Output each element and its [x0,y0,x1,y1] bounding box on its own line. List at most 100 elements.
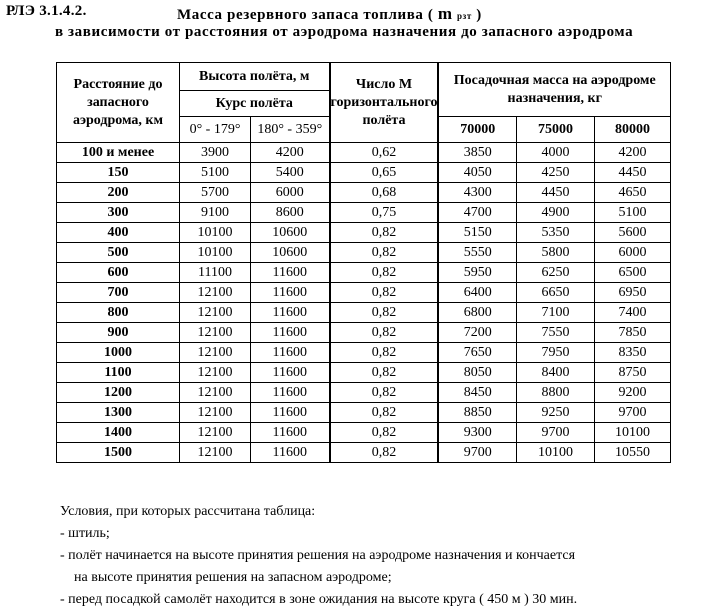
header-mass-70000: 70000 [437,116,517,143]
mass-80000-cell: 10550 [593,442,671,463]
dist-cell: 1000 [56,342,180,363]
table-row: 800 12100 11600 0,82 6800 7100 7400 [56,302,671,323]
altitude-b-cell: 11600 [250,302,330,323]
note-item: - перед посадкой самолёт находится в зон… [60,592,578,607]
mass-80000-cell: 8350 [593,342,671,363]
mach-cell: 0,82 [328,262,439,283]
mass-75000-cell: 8800 [515,382,595,403]
mass-70000-cell: 5950 [437,262,517,283]
title-subscript: рзт [456,11,472,21]
mass-80000-cell: 10100 [593,422,671,443]
mach-cell: 0,62 [328,142,439,163]
mach-cell: 0,75 [328,202,439,223]
altitude-b-cell: 11600 [250,282,330,303]
dist-cell: 1400 [56,422,180,443]
mass-70000-cell: 4700 [437,202,517,223]
altitude-b-cell: 11600 [250,422,330,443]
altitude-a-cell: 10100 [179,222,251,243]
table-row: 100 и менее 3900 4200 0,62 3850 4000 4200 [56,142,671,163]
dist-cell: 300 [56,202,180,223]
mass-75000-cell: 7100 [515,302,595,323]
table-row: 1000 12100 11600 0,82 7650 7950 8350 [56,342,671,363]
mass-70000-cell: 3850 [437,142,517,163]
altitude-a-cell: 12100 [179,402,251,423]
mach-cell: 0,82 [328,362,439,383]
dist-cell: 1200 [56,382,180,403]
mach-cell: 0,82 [328,302,439,323]
mach-cell: 0,82 [328,402,439,423]
mass-70000-cell: 4050 [437,162,517,183]
dist-cell: 800 [56,302,180,323]
altitude-a-cell: 12100 [179,442,251,463]
altitude-a-cell: 10100 [179,242,251,263]
header-mach: Число M горизонтального полёта [328,62,439,143]
altitude-a-cell: 12100 [179,302,251,323]
title-symbol: m [437,4,453,23]
altitude-b-cell: 5400 [250,162,330,183]
mach-cell: 0,82 [328,282,439,303]
header-course-b: 180° - 359° [250,116,330,143]
document-subtitle: в зависимости от расстояния от аэродрома… [55,24,634,40]
altitude-b-cell: 11600 [250,262,330,283]
dist-cell: 600 [56,262,180,283]
mass-75000-cell: 9700 [515,422,595,443]
mass-70000-cell: 6800 [437,302,517,323]
altitude-b-cell: 11600 [250,402,330,423]
table-row: 1200 12100 11600 0,82 8450 8800 9200 [56,382,671,403]
altitude-a-cell: 12100 [179,342,251,363]
mass-75000-cell: 10100 [515,442,595,463]
altitude-a-cell: 9100 [179,202,251,223]
header-altitude: Высота полёта, м [179,62,330,91]
mass-80000-cell: 4200 [593,142,671,163]
altitude-b-cell: 6000 [250,182,330,203]
dist-cell: 900 [56,322,180,343]
mass-75000-cell: 4250 [515,162,595,183]
altitude-a-cell: 12100 [179,362,251,383]
table-row: 150 5100 5400 0,65 4050 4250 4450 [56,162,671,183]
mass-70000-cell: 8850 [437,402,517,423]
mass-70000-cell: 7200 [437,322,517,343]
mass-70000-cell: 9300 [437,422,517,443]
mass-75000-cell: 4450 [515,182,595,203]
dist-cell: 400 [56,222,180,243]
table-row: 200 5700 6000 0,68 4300 4450 4650 [56,182,671,203]
mass-70000-cell: 8050 [437,362,517,383]
mach-cell: 0,82 [328,382,439,403]
mass-70000-cell: 6400 [437,282,517,303]
mass-80000-cell: 7400 [593,302,671,323]
mass-75000-cell: 5800 [515,242,595,263]
mass-80000-cell: 8750 [593,362,671,383]
altitude-b-cell: 11600 [250,382,330,403]
dist-cell: 150 [56,162,180,183]
altitude-b-cell: 11600 [250,342,330,363]
mass-75000-cell: 5350 [515,222,595,243]
table-body: 100 и менее 3900 4200 0,62 3850 4000 4200 150 51… [56,142,671,463]
conditions-notes: Условия, при которых рассчитана таблица:… [60,501,577,611]
altitude-b-cell: 8600 [250,202,330,223]
document-reference: РЛЭ 3.1.4.2. [6,3,87,19]
mass-80000-cell: 7850 [593,322,671,343]
fuel-reserve-table: Расстояние до запасного аэродрома, км Вы… [56,62,671,463]
mass-80000-cell: 4650 [593,182,671,203]
altitude-b-cell: 11600 [250,362,330,383]
mass-80000-cell: 5600 [593,222,671,243]
table-row: 500 10100 10600 0,82 5550 5800 6000 [56,242,671,263]
mach-cell: 0,68 [328,182,439,203]
mass-80000-cell: 6000 [593,242,671,263]
document-title: Масса резервного запаса топлива ( m рзт … [177,4,482,24]
mass-80000-cell: 9700 [593,402,671,423]
dist-cell: 700 [56,282,180,303]
altitude-a-cell: 3900 [179,142,251,163]
mach-cell: 0,82 [328,222,439,243]
mass-75000-cell: 8400 [515,362,595,383]
altitude-a-cell: 12100 [179,282,251,303]
altitude-b-cell: 4200 [250,142,330,163]
note-item: - полёт начинается на высоте принятия ре… [60,548,576,563]
dist-cell: 1500 [56,442,180,463]
altitude-a-cell: 5700 [179,182,251,203]
mass-70000-cell: 5150 [437,222,517,243]
table-row: 400 10100 10600 0,82 5150 5350 5600 [56,222,671,243]
altitude-b-cell: 10600 [250,222,330,243]
note-item: - штиль; [60,526,110,541]
table-row: 700 12100 11600 0,82 6400 6650 6950 [56,282,671,303]
